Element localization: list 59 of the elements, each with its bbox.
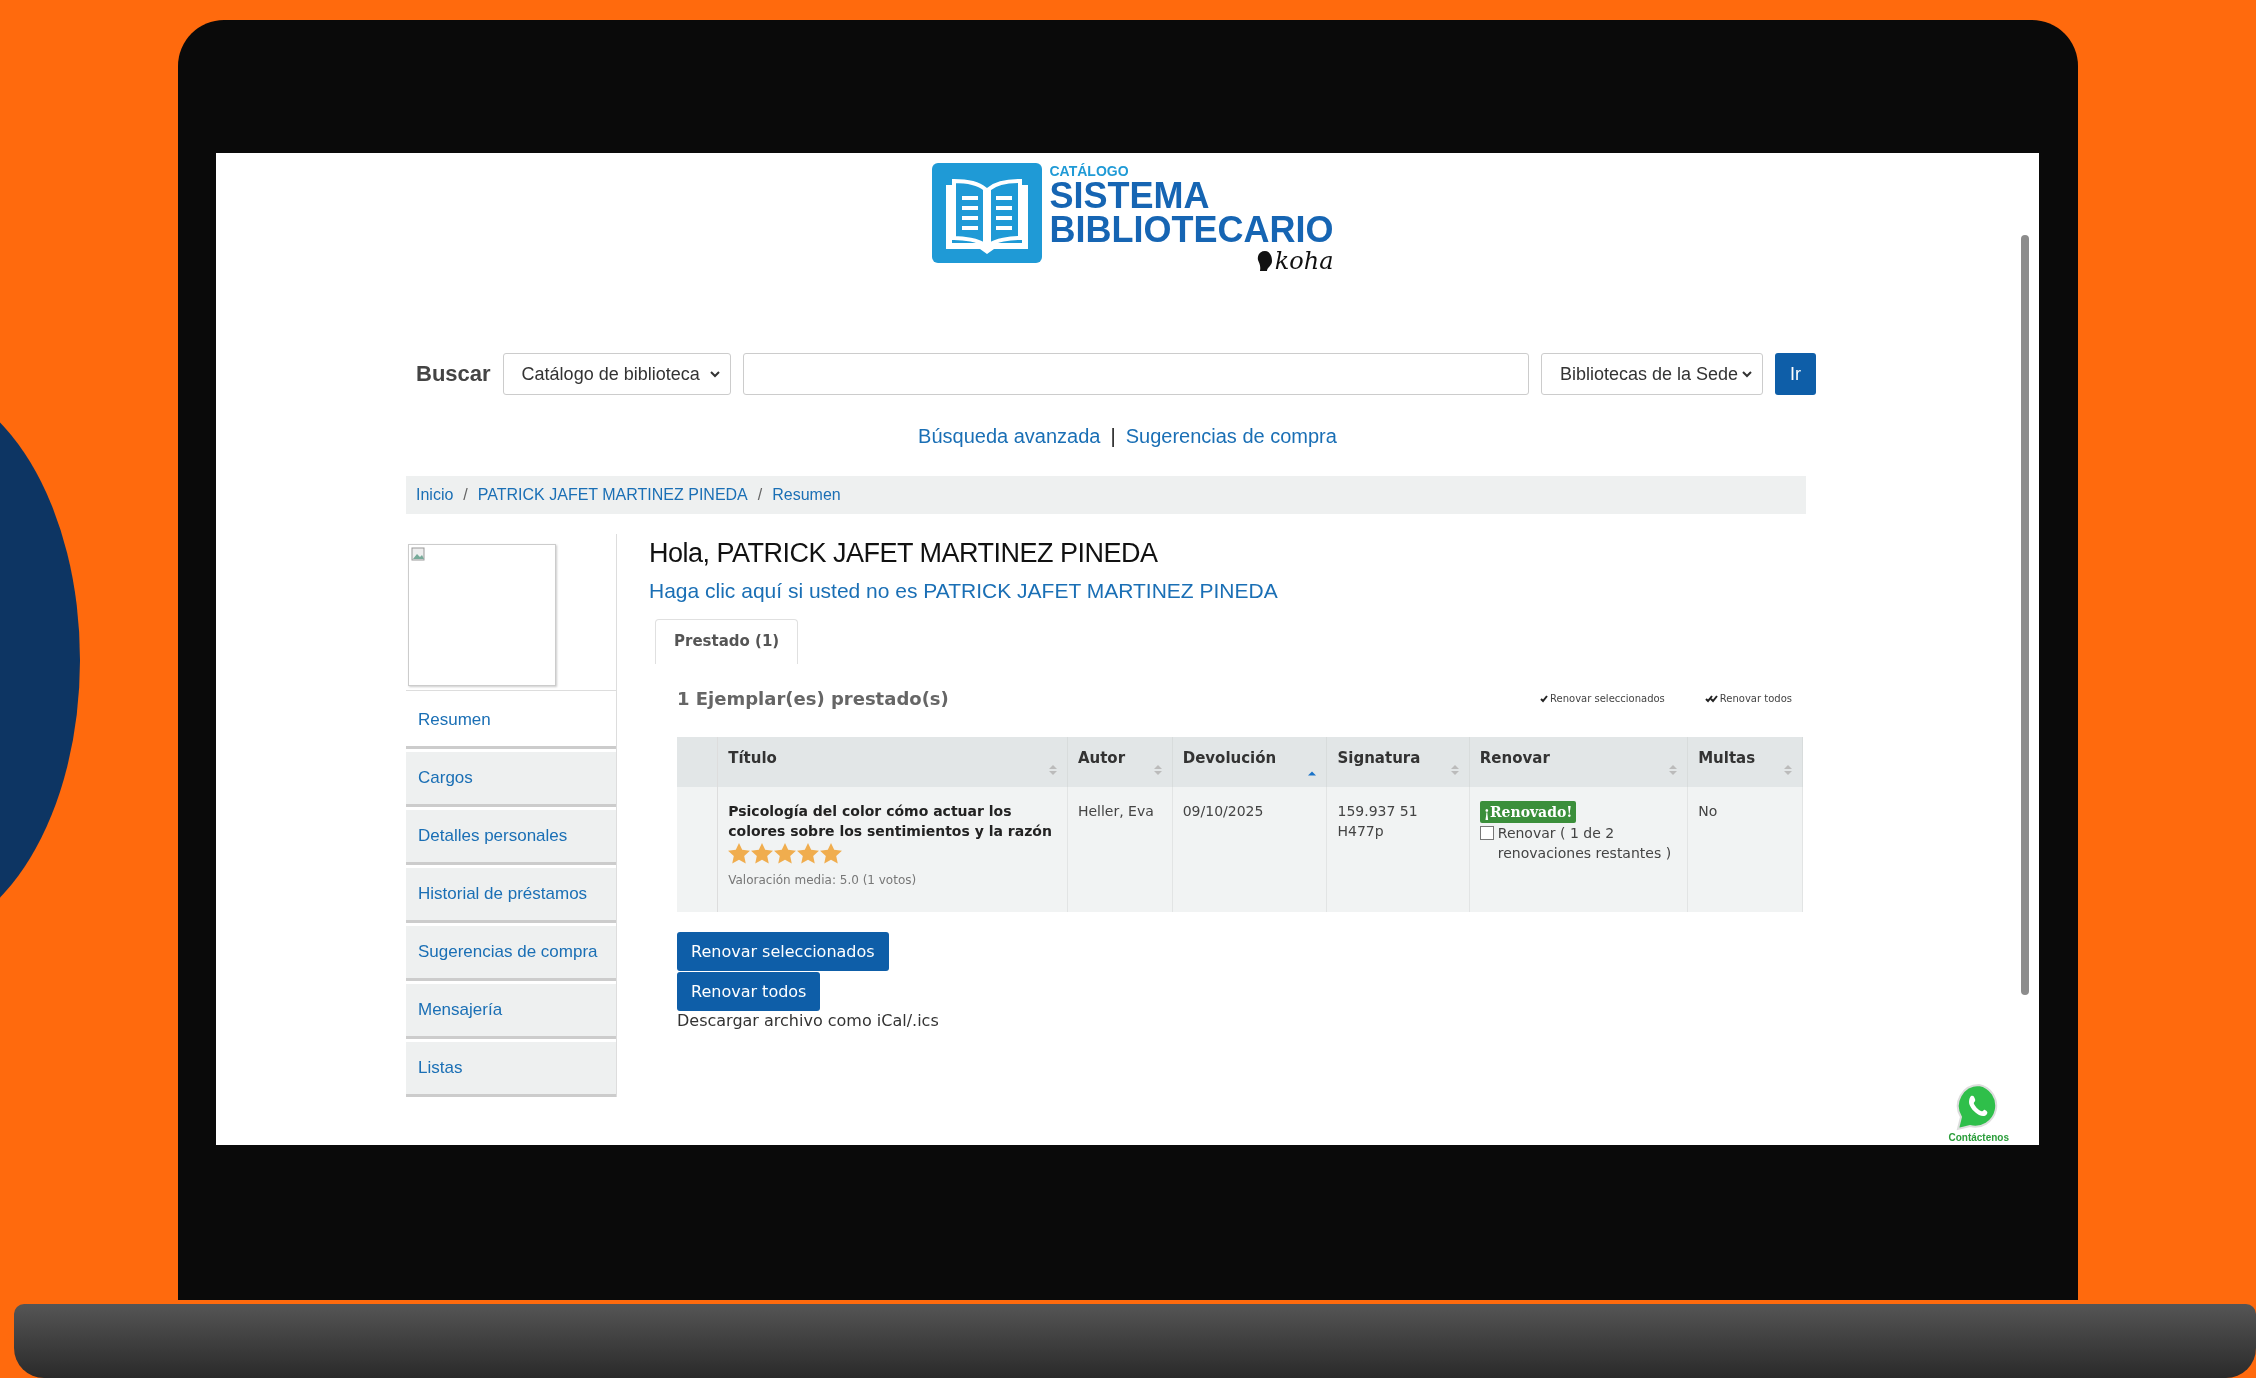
dropdown[interactable]: Catálogo de biblioteca [502, 353, 731, 395]
breadcrumb-link[interactable]: Inicio [416, 486, 454, 504]
sidebar-item[interactable]: Detalles personales [406, 810, 616, 865]
tab[interactable]: Prestado (1) [655, 619, 799, 664]
star-icon [774, 843, 797, 864]
sidebar-item[interactable]: Listas [406, 1042, 616, 1097]
star-icon [820, 843, 843, 864]
sidebar-item[interactable]: Historial de préstamos [406, 868, 616, 923]
column-header[interactable]: Renovar [1479, 749, 1550, 767]
breadcrumb-link[interactable]: PATRICK JAFET MARTINEZ PINEDA [477, 486, 748, 504]
status-badge: ¡Renovado! [1479, 801, 1577, 823]
scrollbar[interactable] [2021, 235, 2029, 995]
renew-label: Renovar ( 1 de 2 renovaciones restantes ) [1497, 824, 1673, 863]
chat-label[interactable]: Contáctenos [1948, 1132, 2009, 1143]
table-cell: Heller, Eva [1067, 787, 1173, 912]
rating-text: Valoración media: 5.0 (1 votos) [728, 872, 918, 889]
chevron-down-icon [1742, 370, 1752, 378]
renew-link[interactable]: Renovar todos [1704, 693, 1792, 704]
checkout-count: 1 Ejemplar(es) prestado(s) [677, 688, 949, 709]
broken-image-icon [411, 547, 425, 561]
breadcrumb-separator: / [463, 486, 468, 504]
logo-title: BIBLIOTECARIO [1049, 213, 1334, 247]
column-header[interactable]: Título [728, 749, 777, 767]
leaf-icon [1256, 251, 1273, 271]
table-cell: No [1687, 787, 1803, 912]
renew-link[interactable]: Renovar seleccionados [1540, 693, 1665, 704]
brand-name: koha [1274, 247, 1334, 275]
star-icon [728, 843, 751, 864]
logo-caption: CATÁLOGO [1049, 163, 1130, 179]
logo-title: SISTEMA [1049, 179, 1211, 213]
book-title[interactable]: Psicología del color cómo actuar los colores sobre los sentimientos y la razón [728, 801, 1057, 841]
chevron-down-icon [709, 370, 720, 378]
download-link[interactable]: Descargar archivo como iCal/.ics [677, 1011, 939, 1030]
search-button[interactable]: Ir [1775, 353, 1816, 395]
book-icon [931, 163, 1042, 263]
table-cell: 159.937 51 H477p [1327, 787, 1470, 912]
column-header[interactable]: Multas [1698, 749, 1756, 767]
check-icon [1704, 694, 1718, 703]
search-field[interactable] [742, 353, 1529, 395]
link[interactable]: Búsqueda avanzada [918, 425, 1101, 448]
star-icon [751, 843, 774, 864]
star-icon [797, 843, 820, 864]
link[interactable]: Haga clic aquí si usted no es PATRICK JAFET MARTINEZ PINEDA [649, 579, 1849, 603]
sidebar-item[interactable]: Sugerencias de compra [406, 926, 616, 981]
renew-button[interactable]: Renovar todos [677, 972, 821, 1011]
dropdown[interactable]: Bibliotecas de la Sede [1541, 353, 1763, 395]
renew-button[interactable]: Renovar seleccionados [677, 932, 889, 971]
greeting-heading: Hola, PATRICK JAFET MARTINEZ PINEDA [649, 538, 1159, 569]
sidebar-item[interactable]: Cargos [406, 752, 616, 807]
table-cell: 09/10/2025 [1172, 787, 1327, 912]
checkbox[interactable] [1479, 826, 1494, 840]
sidebar-item[interactable]: Mensajería [406, 984, 616, 1039]
link[interactable]: Sugerencias de compra [1125, 425, 1337, 448]
check-icon [1540, 694, 1549, 703]
separator: | [1110, 425, 1116, 448]
breadcrumb-separator: / [757, 486, 763, 504]
search-label: Buscar [416, 361, 491, 387]
breadcrumb-link[interactable]: Resumen [772, 486, 841, 504]
column-header[interactable]: Autor [1077, 749, 1126, 767]
